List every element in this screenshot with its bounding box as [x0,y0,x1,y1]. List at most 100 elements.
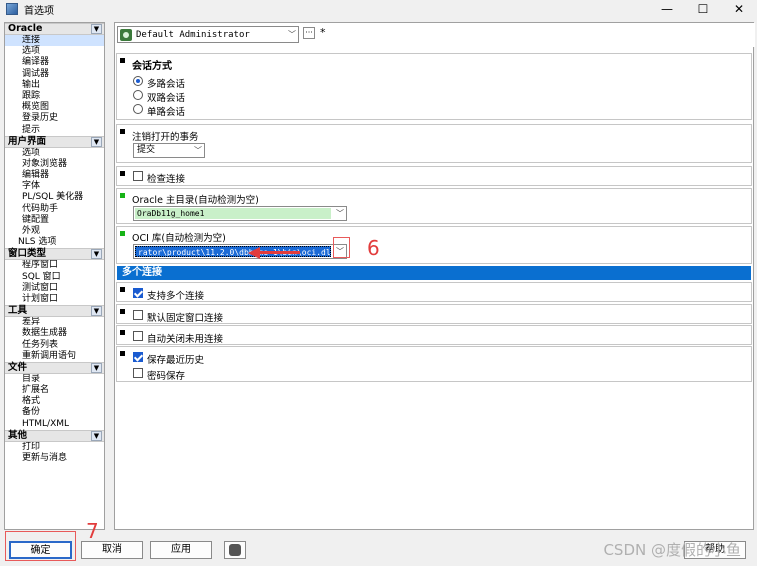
radio-label: 单路会话 [147,107,186,118]
default-fixed-checkbox[interactable] [133,310,143,320]
chevron-down-icon: ﹀ [288,30,296,39]
chevron-down-icon[interactable]: ▼ [91,136,102,147]
tree-item[interactable]: PL/SQL 美化器 [5,192,104,203]
tree-item[interactable]: 对象浏览器 [5,159,104,170]
tree-item[interactable]: 更新与消息 [5,453,104,464]
tree-item[interactable]: 登录历史 [5,113,104,124]
apply-button[interactable]: 应用 [150,541,212,559]
radio-label: 双路会话 [147,93,186,104]
tree-item[interactable]: 任务列表 [5,340,104,351]
multiple-connections-header: 多个连接 [117,266,751,280]
tree-item[interactable]: 目录 [5,374,104,385]
tree-item[interactable]: 选项 [5,148,104,159]
tree-item[interactable]: 字体 [5,181,104,192]
tree-group-other[interactable]: 其他 ▼ [5,429,104,442]
chevron-down-icon[interactable]: ▼ [91,306,102,317]
tree-group-files[interactable]: 文件 ▼ [5,361,104,374]
tree-item[interactable]: 提示 [5,125,104,136]
tree-item[interactable]: 重新调用语句 [5,351,104,362]
tree-item[interactable]: 数据生成器 [5,328,104,339]
tree-item[interactable]: 输出 [5,80,104,91]
tree-item[interactable]: 备份 [5,407,104,418]
chevron-down-icon[interactable]: ▼ [91,362,102,373]
save-password-label: 密码保存 [147,371,186,382]
tree-item[interactable]: 跟踪 [5,91,104,102]
tree-item[interactable]: 扩展名 [5,385,104,396]
tree-group-window-types[interactable]: 窗口类型 ▼ [5,248,104,261]
tree-item[interactable]: 编辑器 [5,170,104,181]
chevron-down-icon: ﹀ [194,146,202,155]
session-mode-section: 会话方式 多路会话 双路会话 单路会话 [116,53,752,120]
tree-item[interactable]: 概览图 [5,102,104,113]
section-bullet [120,330,125,335]
tree-item[interactable]: 程序窗口 [5,260,104,271]
support-multiple-label: 支持多个连接 [147,291,205,302]
oci-library-label: OCI 库(自动检测为空) [132,233,226,244]
section-bullet [120,58,125,63]
oracle-home-section: Oracle 主目录(自动检测为空) OraDb11g_home1 ﹀ [116,188,752,224]
chevron-down-icon: ﹀ [336,209,344,218]
section-bullet [120,129,125,134]
default-fixed-label: 默认固定窗口连接 [147,313,224,324]
chevron-down-icon[interactable]: ▼ [91,249,102,260]
save-password-checkbox[interactable] [133,368,143,378]
modified-indicator: * [320,26,326,39]
annotation-box-ok [5,531,76,561]
section-bullet [120,287,125,292]
support-multiple-checkbox[interactable] [133,288,143,298]
tree-item[interactable]: 调试器 [5,69,104,80]
app-icon [6,3,18,15]
tree-item[interactable]: 计划窗口 [5,294,104,305]
maximize-button[interactable]: ☐ [685,0,721,18]
minimize-button[interactable]: — [649,0,685,18]
radio-label: 多路会话 [147,79,186,90]
window-controls: — ☐ ✕ [649,0,757,18]
tree-item-connection[interactable]: 连接 [5,35,104,47]
annotation-box-oci [333,237,350,258]
tree-item[interactable]: 外观 [5,226,104,237]
logoff-label: 注销打开的事务 [132,132,199,143]
tree-item[interactable]: 代码助手 [5,204,104,215]
tree-group-oracle[interactable]: Oracle ▼ [5,23,104,35]
tree-group-user-interface[interactable]: 用户界面 ▼ [5,135,104,148]
section-bullet [120,309,125,314]
tree-item[interactable]: 键配置 [5,215,104,226]
profile-icon [120,28,132,41]
auto-close-checkbox[interactable] [133,331,143,341]
radio-multi-session[interactable] [133,76,143,86]
tree-group-tools[interactable]: 工具 ▼ [5,305,104,318]
tree-item[interactable]: 选项 [5,46,104,57]
tree-item[interactable]: HTML/XML [5,419,104,430]
cancel-button[interactable]: 取消 [81,541,143,559]
oracle-home-label: Oracle 主目录(自动检测为空) [132,195,259,206]
auto-close-label: 自动关闭未用连接 [147,334,224,345]
radio-dual-session[interactable] [133,90,143,100]
section-bullet [120,171,125,176]
chevron-down-icon[interactable]: ▼ [91,24,102,34]
oci-library-value: rator\product\11.2.0\dbhome_1\bin\oci.dl… [135,246,331,257]
help-topic-icon[interactable] [224,541,246,559]
profile-bar: Default Administrator ﹀ ··· * [115,23,755,47]
more-button[interactable]: ··· [303,27,315,39]
check-connection-section: 检查连接 [116,166,752,186]
check-connection-checkbox[interactable] [133,171,143,181]
tree-item[interactable]: 打印 [5,442,104,453]
section-bullet [120,351,125,356]
tree-item[interactable]: 编译器 [5,57,104,68]
close-button[interactable]: ✕ [721,0,757,18]
save-history-checkbox[interactable] [133,352,143,362]
tree-item[interactable]: 格式 [5,396,104,407]
tree-item[interactable]: 差异 [5,317,104,328]
tree-item[interactable]: SQL 窗口 [5,272,104,283]
oci-library-select[interactable]: rator\product\11.2.0\dbhome_1\bin\oci.dl… [133,244,347,259]
annotation-seven: 7 [86,519,99,543]
profile-select[interactable]: Default Administrator ﹀ [117,26,299,43]
radio-single-session[interactable] [133,104,143,114]
oci-library-section: OCI 库(自动检测为空) rator\product\11.2.0\dbhom… [116,226,752,264]
logoff-select[interactable]: 提交 ﹀ [133,143,205,158]
oracle-home-select[interactable]: OraDb11g_home1 ﹀ [133,206,347,221]
chevron-down-icon[interactable]: ▼ [91,430,102,441]
auto-close-section: 自动关闭未用连接 [116,325,752,345]
tree-item[interactable]: 测试窗口 [5,283,104,294]
tree-item[interactable]: NLS 选项 [5,237,104,248]
